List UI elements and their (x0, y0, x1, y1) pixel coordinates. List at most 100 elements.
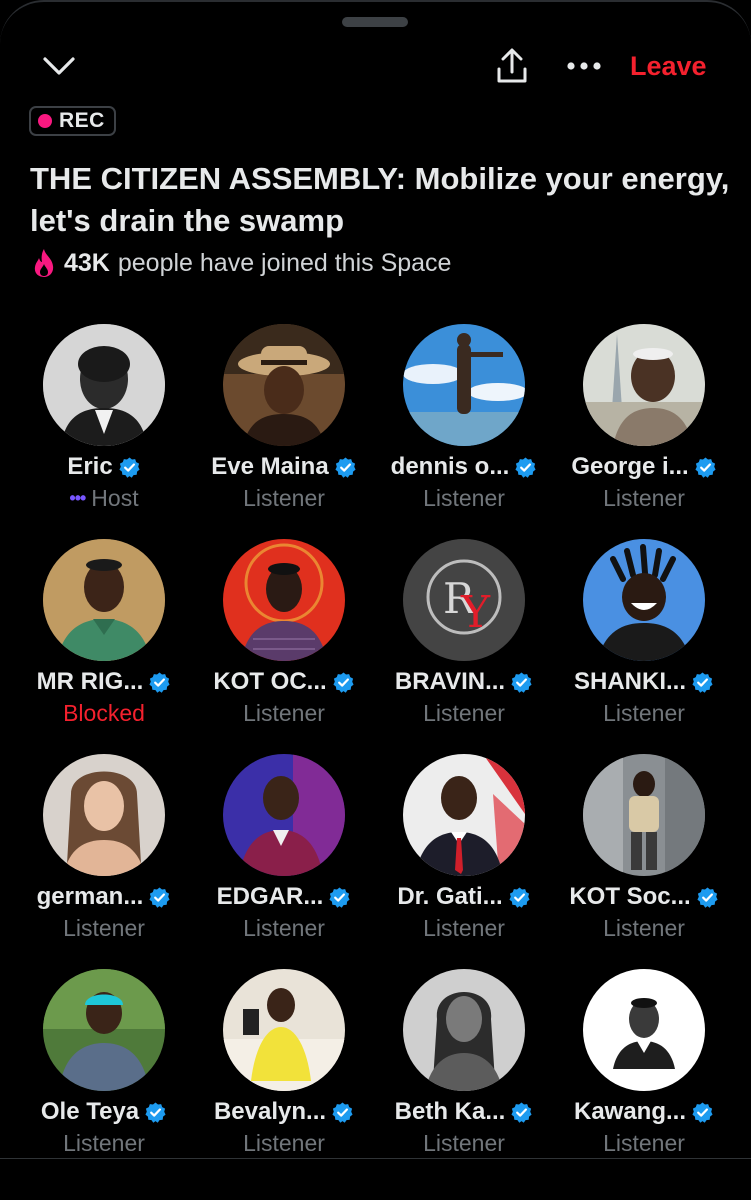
avatar[interactable] (403, 754, 525, 876)
bottom-divider (0, 1158, 751, 1159)
share-button[interactable] (490, 44, 534, 88)
participant[interactable]: Bevalyn... Listener (194, 969, 374, 1184)
verified-badge-icon (333, 671, 354, 693)
participant-name: Eve Maina (211, 453, 329, 480)
participant-role: Listener (243, 1130, 325, 1156)
verified-badge-icon (329, 886, 350, 908)
participant[interactable]: KOT OC... Listener (194, 539, 374, 754)
participant[interactable]: MR RIG... Blocked (14, 539, 194, 754)
participant-role: Listener (243, 915, 325, 941)
participant-role: Listener (423, 485, 505, 511)
participant[interactable]: SHANKI... Listener (554, 539, 734, 754)
participant-name: KOT Soc... (569, 883, 691, 910)
participant-name: EDGAR... (216, 883, 324, 910)
verified-badge-icon (509, 886, 530, 908)
participant[interactable]: George i... Listener (554, 324, 734, 539)
verified-badge-icon (695, 456, 716, 478)
avatar[interactable] (223, 324, 345, 446)
participant[interactable]: Eve Maina Listener (194, 324, 374, 539)
chevron-down-icon (43, 57, 75, 75)
verified-badge-icon (511, 671, 532, 693)
participant-role: Listener (423, 1130, 505, 1156)
verified-badge-icon (145, 1101, 166, 1123)
participant-name: George i... (571, 453, 689, 480)
drag-handle[interactable] (342, 17, 408, 27)
participant[interactable]: Eric ••• Host (14, 324, 194, 539)
participant-role: Listener (423, 700, 505, 726)
avatar[interactable] (583, 324, 705, 446)
avatar[interactable] (403, 324, 525, 446)
participant-role: Listener (243, 485, 325, 511)
avatar[interactable] (583, 539, 705, 661)
avatar[interactable] (223, 754, 345, 876)
participant-name: BRAVIN... (394, 668, 506, 695)
participant[interactable]: german... Listener (14, 754, 194, 969)
verified-badge-icon (697, 886, 718, 908)
participant-name: Dr. Gati... (397, 883, 503, 910)
avatar[interactable] (583, 969, 705, 1091)
participant-role: Listener (603, 1130, 685, 1156)
avatar[interactable] (43, 324, 165, 446)
space-sheet: Leave REC THE CITIZEN ASSEMBLY: Mobilize… (0, 0, 751, 1200)
participant-role: Listener (63, 915, 145, 941)
more-button[interactable] (562, 46, 606, 86)
participant-name: KOT OC... (213, 668, 327, 695)
joined-count-number: 43K (64, 248, 110, 277)
participant-name: dennis o... (390, 453, 510, 480)
participant-name: Bevalyn... (213, 1098, 327, 1125)
svg-text:Y: Y (460, 587, 491, 638)
fire-icon (34, 249, 54, 277)
share-icon (497, 48, 527, 83)
avatar[interactable] (223, 969, 345, 1091)
participant[interactable]: Beth Ka... Listener (374, 969, 554, 1184)
participant[interactable]: Dr. Gati... Listener (374, 754, 554, 969)
verified-badge-icon (511, 1101, 532, 1123)
recording-label: REC (59, 109, 105, 132)
participant-role: Listener (603, 700, 685, 726)
participants-grid: Eric ••• Host Eve Maina Listener dennis o… (14, 324, 736, 1184)
participant-role: Blocked (63, 700, 145, 726)
participant-name: MR RIG... (36, 668, 144, 695)
participant-role: Listener (603, 485, 685, 511)
more-icon (567, 62, 601, 70)
avatar[interactable] (403, 969, 525, 1091)
verified-badge-icon (692, 1101, 713, 1123)
role-label: Host (91, 485, 139, 511)
participant[interactable]: dennis o... Listener (374, 324, 554, 539)
avatar[interactable]: RY (403, 539, 525, 661)
verified-badge-icon (515, 456, 536, 478)
participant-name: german... (36, 883, 144, 910)
participant-name: Ole Teya (40, 1098, 140, 1125)
participant[interactable]: KOT Soc... Listener (554, 754, 734, 969)
participant-name: Beth Ka... (394, 1098, 506, 1125)
space-title: THE CITIZEN ASSEMBLY: Mobilize your ener… (30, 161, 730, 238)
participant-name: Kawang... (573, 1098, 687, 1125)
participant[interactable]: RY BRAVIN... Listener (374, 539, 554, 754)
participant-role: Listener (423, 915, 505, 941)
verified-badge-icon (335, 456, 356, 478)
participant[interactable]: Ole Teya Listener (14, 969, 194, 1184)
participant-role: ••• Host (69, 485, 138, 512)
avatar[interactable] (583, 754, 705, 876)
avatar[interactable] (43, 754, 165, 876)
participant-role: Listener (63, 1130, 145, 1156)
participant[interactable]: EDGAR... Listener (194, 754, 374, 969)
avatar[interactable] (43, 539, 165, 661)
participant-name: Eric (67, 453, 113, 480)
participant-role: Listener (243, 700, 325, 726)
avatar[interactable] (223, 539, 345, 661)
verified-badge-icon (332, 1101, 353, 1123)
participant-name: SHANKI... (573, 668, 686, 695)
collapse-button[interactable] (38, 46, 80, 86)
leave-button[interactable]: Leave (630, 48, 707, 84)
avatar[interactable] (43, 969, 165, 1091)
verified-badge-icon (692, 671, 713, 693)
participant-role: Listener (603, 915, 685, 941)
verified-badge-icon (149, 886, 170, 908)
participant[interactable]: Kawang... Listener (554, 969, 734, 1184)
joined-count: 43K people have joined this Space (32, 248, 451, 278)
verified-badge-icon (119, 456, 140, 478)
verified-badge-icon (149, 671, 170, 693)
recording-badge: REC (29, 106, 116, 136)
record-dot-icon (38, 114, 52, 128)
